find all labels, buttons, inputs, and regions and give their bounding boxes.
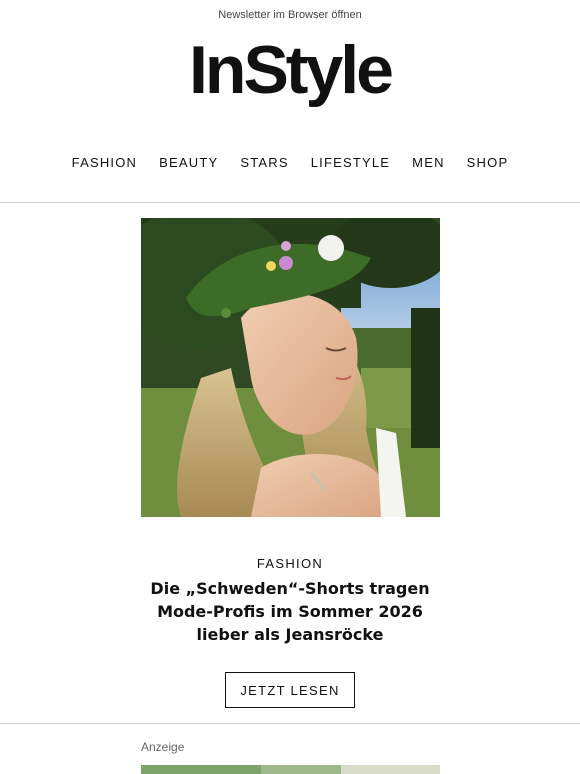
ad-image[interactable] bbox=[141, 763, 440, 774]
nav-item-stars[interactable]: STARS bbox=[229, 155, 299, 170]
ad-label: Anzeige bbox=[141, 740, 185, 754]
nav-item-lifestyle[interactable]: LIFESTYLE bbox=[300, 155, 401, 170]
nav-item-fashion[interactable]: FASHION bbox=[61, 155, 148, 170]
read-now-button[interactable]: JETZT LESEN bbox=[225, 672, 355, 708]
article-hero-image[interactable] bbox=[141, 218, 440, 517]
ad-photo-icon bbox=[141, 765, 440, 774]
section-divider bbox=[0, 723, 580, 724]
instyle-logo[interactable]: InStyle bbox=[0, 30, 580, 110]
nav-item-beauty[interactable]: BEAUTY bbox=[148, 155, 229, 170]
main-navigation: FASHION BEAUTY STARS LIFESTYLE MEN SHOP bbox=[0, 155, 580, 170]
header-divider bbox=[0, 202, 580, 203]
nav-item-men[interactable]: MEN bbox=[401, 155, 456, 170]
nav-item-shop[interactable]: SHOP bbox=[456, 155, 520, 170]
article-headline[interactable]: Die „Schweden“-Shorts tragen Mode-Profis… bbox=[140, 577, 440, 646]
article-category[interactable]: FASHION bbox=[0, 556, 580, 571]
photo-woman-flower-crown-icon bbox=[141, 218, 440, 517]
open-in-browser-link[interactable]: Newsletter im Browser öffnen bbox=[0, 9, 580, 21]
